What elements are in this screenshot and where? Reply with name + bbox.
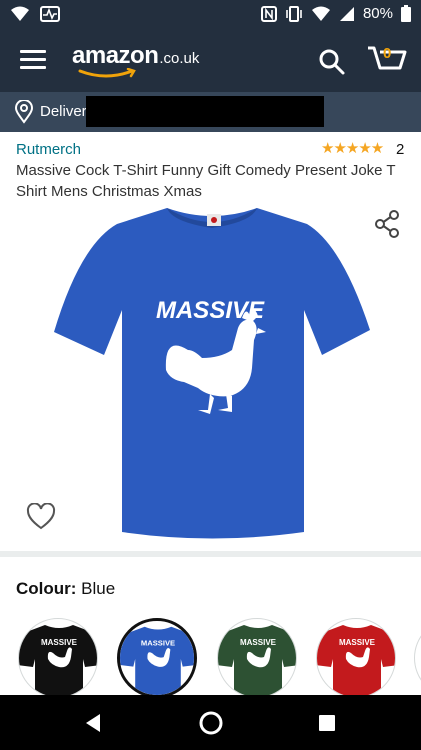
swatch-more[interactable] — [414, 618, 421, 695]
system-nav-bar — [0, 695, 421, 750]
smile-icon — [78, 68, 136, 78]
swatch-red[interactable]: MASSIVE — [316, 618, 396, 695]
swatch-green[interactable]: MASSIVE — [217, 618, 297, 695]
brand-link[interactable]: Rutmerch — [16, 141, 81, 158]
cell-signal-icon — [339, 6, 354, 21]
location-pin-icon — [14, 100, 34, 124]
swatch-blue[interactable]: MASSIVE — [117, 618, 197, 695]
redacted-address — [86, 96, 324, 127]
battery-percent: 80% — [362, 5, 393, 22]
svg-text:MASSIVE: MASSIVE — [141, 639, 175, 648]
product-image[interactable]: MASSIVE — [52, 200, 372, 540]
deliver-label: Deliver — [40, 103, 87, 120]
swatch-black[interactable]: MASSIVE — [18, 618, 98, 695]
activity-icon — [40, 6, 60, 22]
back-icon[interactable] — [82, 712, 104, 734]
amazon-logo[interactable]: amazon.co.uk — [72, 42, 199, 78]
home-icon[interactable] — [198, 710, 224, 736]
wishlist-heart-icon[interactable] — [26, 503, 56, 531]
cart-count: 0 — [383, 45, 392, 62]
svg-text:MASSIVE: MASSIVE — [41, 638, 78, 647]
rating-stars[interactable]: ★★★★★ — [321, 139, 384, 157]
product-title: Massive Cock T-Shirt Funny Gift Comedy P… — [16, 162, 396, 200]
battery-icon — [401, 5, 411, 22]
status-bar: 80% — [0, 0, 421, 28]
svg-text:MASSIVE: MASSIVE — [339, 638, 376, 647]
wifi-icon — [11, 6, 29, 21]
wifi-signal-icon — [311, 6, 330, 21]
selected-colour: Blue — [81, 579, 116, 598]
vibrate-icon — [286, 5, 302, 22]
section-divider — [0, 551, 421, 557]
menu-icon[interactable] — [20, 50, 46, 70]
share-icon[interactable] — [374, 210, 400, 238]
svg-text:MASSIVE: MASSIVE — [240, 638, 277, 647]
colour-selector-label: Colour: Blue — [16, 579, 116, 598]
colour-swatches: MASSIVE MASSIVE MASSIVE MASSIVE — [0, 615, 421, 695]
top-nav-bar: amazon.co.uk 0 — [0, 28, 421, 92]
recents-icon[interactable] — [318, 714, 336, 732]
rating-count[interactable]: 2 — [396, 141, 404, 158]
deliver-bar[interactable]: Deliver — [0, 92, 421, 132]
search-icon[interactable] — [318, 48, 346, 76]
nfc-icon — [260, 5, 277, 22]
